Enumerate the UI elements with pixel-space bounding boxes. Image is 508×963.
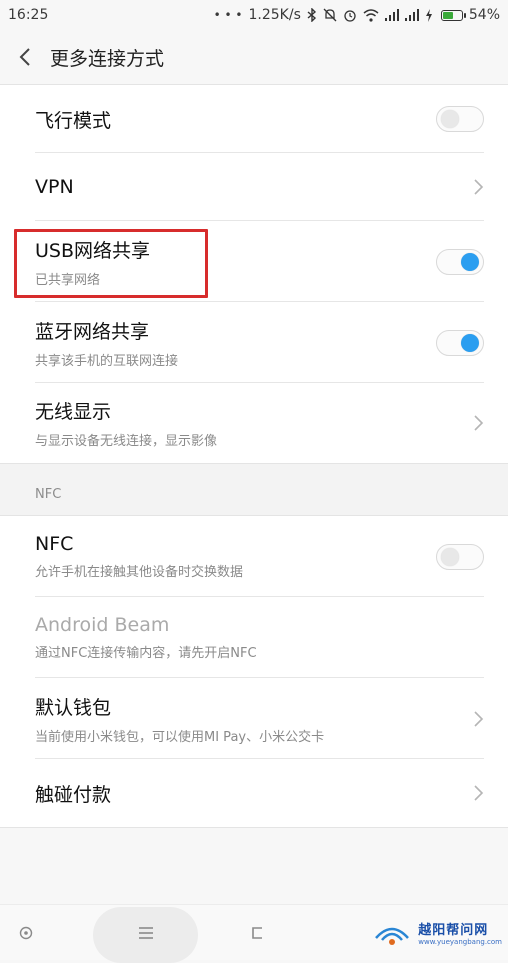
navigation-bar: 越阳帮问网 www.yueyangbang.com — [0, 904, 508, 963]
notification-dots: • • • — [213, 8, 243, 22]
section-label-nfc: NFC — [35, 487, 62, 502]
default-wallet-label: 默认钱包 — [35, 696, 112, 719]
chevron-right-icon — [474, 785, 484, 801]
usb-tethering-row[interactable]: USB网络共享 已共享网络 — [0, 221, 508, 302]
android-beam-desc: 通过NFC连接传输内容，请先开启NFC — [35, 646, 257, 661]
airplane-mode-label: 飞行模式 — [35, 109, 112, 132]
app-header: 更多连接方式 — [0, 30, 508, 84]
default-wallet-row[interactable]: 默认钱包 当前使用小米钱包，可以使用MI Pay、小米公交卡 — [0, 678, 508, 759]
nfc-label: NFC — [35, 533, 74, 555]
toggle-knob — [461, 333, 479, 352]
tap-and-pay-row[interactable]: 触碰付款 — [0, 759, 508, 827]
watermark-title: 越阳帮问网 — [418, 923, 489, 938]
usb-tethering-toggle[interactable] — [436, 248, 484, 275]
airplane-mode-toggle[interactable] — [436, 106, 484, 132]
bluetooth-icon — [307, 8, 316, 22]
watermark-url: www.yueyangbang.com — [418, 938, 502, 946]
back-arrow-icon — [19, 48, 30, 66]
wifi-icon — [363, 8, 379, 22]
nfc-desc: 允许手机在接触其他设备时交换数据 — [35, 565, 244, 580]
default-wallet-desc: 当前使用小米钱包，可以使用MI Pay、小米公交卡 — [35, 729, 325, 745]
signal-icon-1 — [384, 9, 399, 21]
chevron-right-icon — [474, 415, 484, 431]
wireless-display-desc: 与显示设备无线连接，显示影像 — [35, 434, 218, 449]
bluetooth-tethering-desc: 共享该手机的互联网连接 — [35, 353, 179, 369]
usb-tethering-status: 已共享网络 — [35, 272, 101, 288]
nav-recents-button[interactable] — [232, 905, 284, 961]
tap-and-pay-label: 触碰付款 — [35, 783, 112, 806]
usb-tethering-label: USB网络共享 — [35, 239, 151, 262]
nfc-toggle[interactable] — [436, 543, 484, 570]
bluetooth-tethering-label: 蓝牙网络共享 — [35, 320, 150, 343]
alarm-icon — [344, 10, 356, 22]
charging-icon — [425, 8, 432, 22]
mute-bell-icon — [323, 8, 337, 22]
vpn-row[interactable]: VPN — [0, 153, 508, 221]
toggle-knob — [441, 110, 459, 128]
watermark: 越阳帮问网 www.yueyangbang.com — [372, 919, 502, 946]
vpn-label: VPN — [35, 176, 74, 198]
bluetooth-tethering-row[interactable]: 蓝牙网络共享 共享该手机的互联网连接 — [0, 302, 508, 383]
network-speed: 1.25K/s — [248, 7, 301, 23]
nav-back-icon — [19, 926, 33, 940]
signal-icon-2 — [404, 9, 419, 21]
android-beam-row: Android Beam 通过NFC连接传输内容，请先开启NFC — [0, 597, 508, 678]
bluetooth-tethering-toggle[interactable] — [436, 329, 484, 356]
toggle-knob — [461, 252, 479, 271]
status-time: 16:25 — [8, 7, 49, 23]
nav-menu-button[interactable] — [120, 905, 172, 961]
chevron-right-icon — [474, 710, 484, 727]
status-bar: 16:25 • • • 1.25K/s 54% — [0, 0, 508, 30]
watermark-logo-icon — [375, 927, 410, 945]
battery-icon — [440, 9, 466, 21]
status-icons: • • • 1.25K/s 54% — [214, 7, 500, 23]
recents-icon — [252, 927, 262, 939]
wireless-display-label: 无线显示 — [35, 401, 112, 423]
android-beam-label: Android Beam — [35, 614, 170, 636]
wireless-display-row[interactable]: 无线显示 与显示设备无线连接，显示影像 — [0, 383, 508, 463]
airplane-mode-row[interactable]: 飞行模式 — [0, 85, 508, 153]
nfc-row[interactable]: NFC 允许手机在接触其他设备时交换数据 — [0, 516, 508, 597]
battery-percent: 54% — [468, 7, 500, 23]
chevron-right-icon — [474, 179, 484, 195]
section-header-nfc: NFC — [0, 463, 508, 516]
page-title: 更多连接方式 — [50, 47, 165, 70]
back-button[interactable] — [0, 30, 50, 84]
toggle-knob — [441, 547, 459, 566]
nav-back-button[interactable] — [0, 905, 52, 961]
menu-icon — [139, 927, 153, 939]
